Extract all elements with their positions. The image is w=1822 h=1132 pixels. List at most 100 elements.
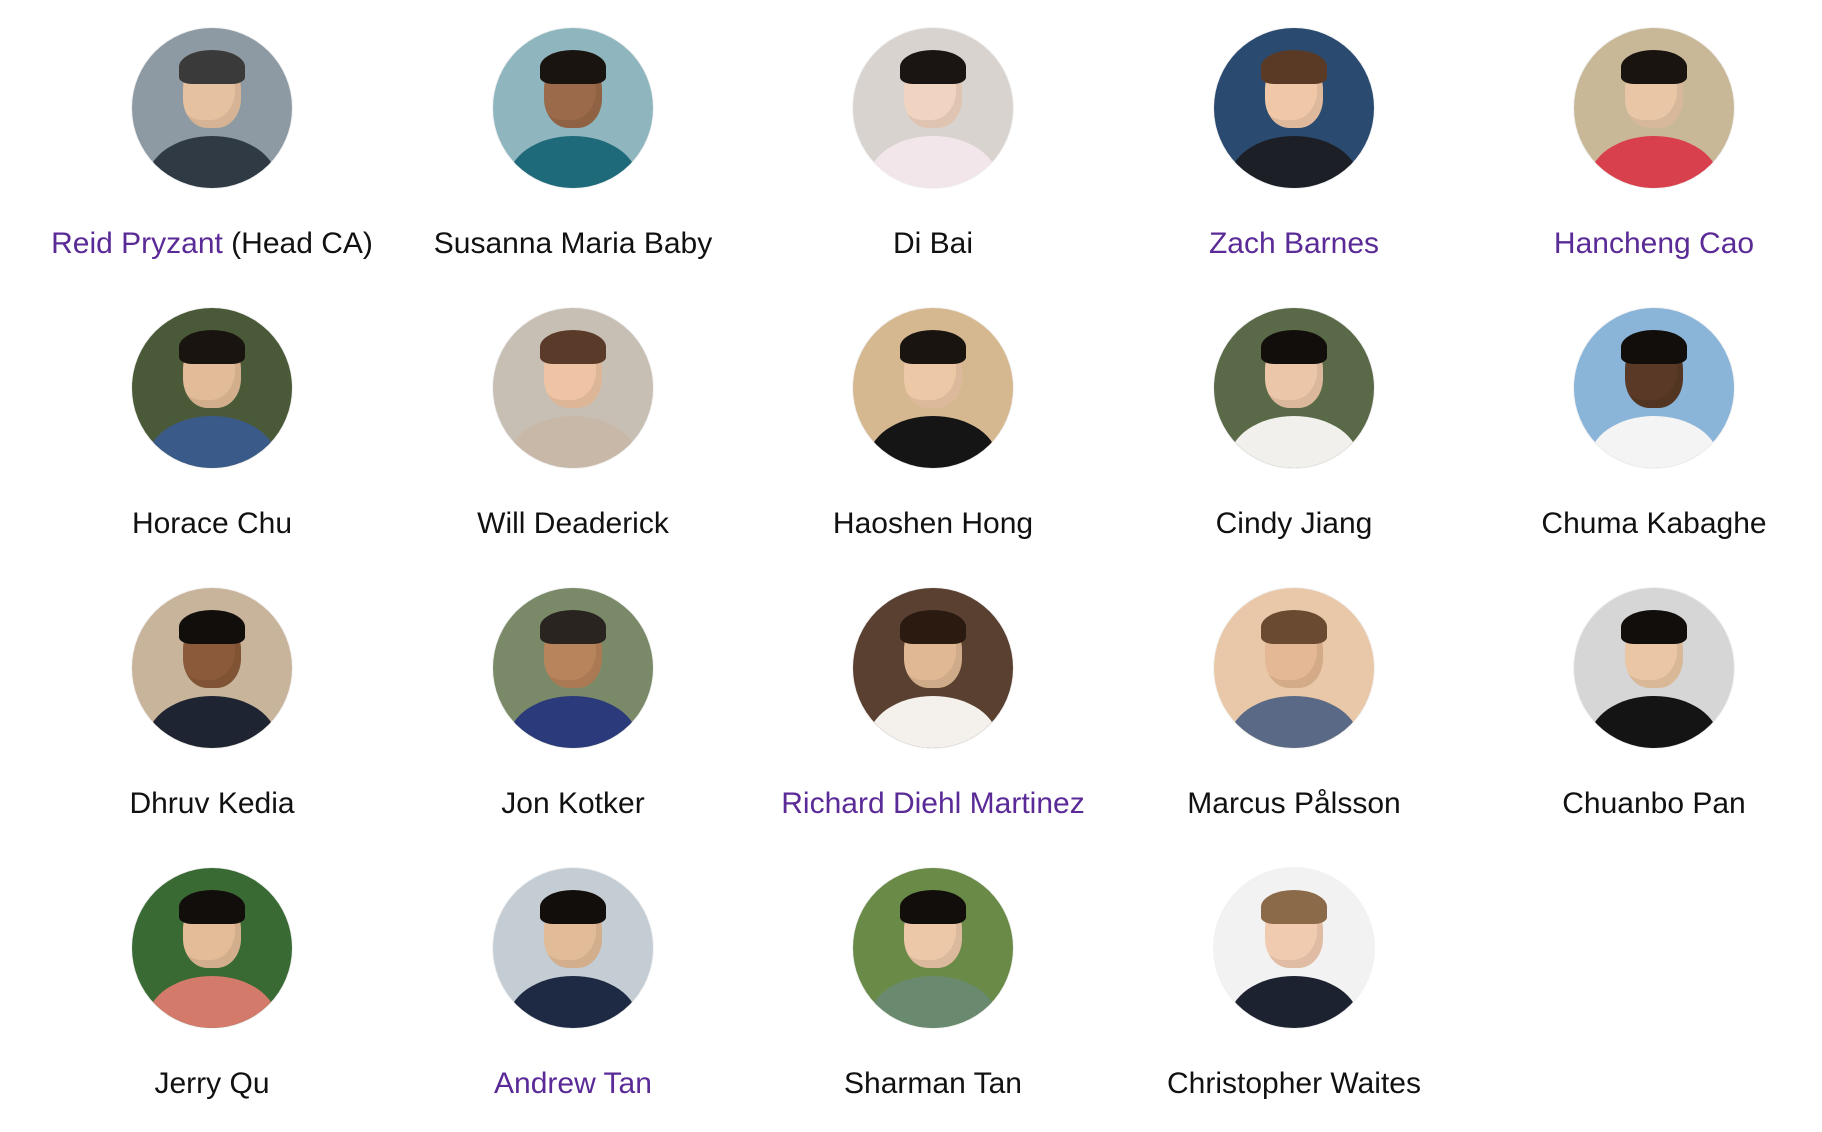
team-member-cindy-jiang: Cindy Jiang — [1114, 308, 1474, 542]
member-name-link[interactable]: Hancheng Cao — [1554, 227, 1754, 260]
team-member-richard-diehl-martinez: Richard Diehl Martinez — [753, 588, 1113, 822]
photo-hair-shape — [900, 330, 966, 364]
team-member-hancheng-cao: Hancheng Cao — [1474, 28, 1822, 262]
photo-hair-shape — [900, 50, 966, 84]
photo-hair-shape — [179, 610, 245, 644]
member-name: Christopher Waites — [1167, 1067, 1421, 1100]
team-member-reid-pryzant: Reid Pryzant (Head CA) — [32, 28, 392, 262]
member-name-line: Chuanbo Pan — [1474, 786, 1822, 822]
member-name: Jon Kotker — [501, 787, 645, 820]
photo-hair-shape — [1261, 330, 1327, 364]
team-member-haoshen-hong: Haoshen Hong — [753, 308, 1113, 542]
team-member-zach-barnes: Zach Barnes — [1114, 28, 1474, 262]
profile-photo — [853, 308, 1013, 468]
team-member-chuanbo-pan: Chuanbo Pan — [1474, 588, 1822, 822]
photo-hair-shape — [179, 50, 245, 84]
team-member-horace-chu: Horace Chu — [32, 308, 392, 542]
photo-hair-shape — [179, 330, 245, 364]
photo-body-shape — [1229, 416, 1359, 468]
photo-body-shape — [147, 136, 277, 188]
team-member-di-bai: Di Bai — [753, 28, 1113, 262]
team-member-chuma-kabaghe: Chuma Kabaghe — [1474, 308, 1822, 542]
member-name-line: Haoshen Hong — [753, 506, 1113, 542]
profile-photo — [1214, 588, 1374, 748]
photo-body-shape — [1589, 416, 1719, 468]
member-name-link[interactable]: Reid Pryzant — [51, 227, 223, 260]
member-name-line: Richard Diehl Martinez — [753, 786, 1113, 822]
photo-hair-shape — [1261, 610, 1327, 644]
photo-body-shape — [147, 976, 277, 1028]
photo-hair-shape — [540, 330, 606, 364]
profile-photo — [132, 868, 292, 1028]
team-member-will-deaderick: Will Deaderick — [393, 308, 753, 542]
member-name-line: Cindy Jiang — [1114, 506, 1474, 542]
photo-body-shape — [1229, 136, 1359, 188]
member-name-line: Will Deaderick — [393, 506, 753, 542]
profile-photo — [1214, 28, 1374, 188]
member-name: Haoshen Hong — [832, 507, 1034, 540]
profile-photo — [1574, 28, 1734, 188]
photo-hair-shape — [179, 890, 245, 924]
member-name-line: Horace Chu — [32, 506, 392, 542]
team-member-jerry-qu: Jerry Qu — [32, 868, 392, 1102]
team-member-sharman-tan: Sharman Tan — [753, 868, 1113, 1102]
team-member-christopher-waites: Christopher Waites — [1114, 868, 1474, 1102]
member-name: Dhruv Kedia — [129, 787, 295, 820]
team-member-marcus-palsson: Marcus Pålsson — [1114, 588, 1474, 822]
member-name-line: Reid Pryzant (Head CA) — [32, 226, 392, 262]
member-name: Marcus Pålsson — [1187, 787, 1401, 820]
member-name: Susanna Maria Baby — [433, 227, 713, 260]
member-name: Sharman Tan — [844, 1067, 1022, 1100]
photo-body-shape — [1229, 696, 1359, 748]
profile-photo — [132, 28, 292, 188]
photo-hair-shape — [900, 890, 966, 924]
member-name: Cindy Jiang — [1215, 507, 1373, 540]
member-name: Horace Chu — [131, 507, 293, 540]
photo-body-shape — [147, 696, 277, 748]
photo-body-shape — [868, 136, 998, 188]
profile-photo — [493, 308, 653, 468]
member-name-line: Jon Kotker — [393, 786, 753, 822]
member-name: Will Deaderick — [477, 507, 669, 540]
member-name-line: Zach Barnes — [1114, 226, 1474, 262]
profile-photo — [1574, 308, 1734, 468]
member-name: Jerry Qu — [154, 1067, 270, 1100]
photo-body-shape — [508, 696, 638, 748]
profile-photo — [493, 588, 653, 748]
photo-hair-shape — [1621, 330, 1687, 364]
member-name: Di Bai — [892, 227, 974, 260]
photo-body-shape — [508, 136, 638, 188]
photo-body-shape — [508, 416, 638, 468]
profile-photo — [1214, 868, 1374, 1028]
member-role: (Head CA) — [222, 227, 373, 260]
photo-hair-shape — [1621, 50, 1687, 84]
member-name-line: Andrew Tan — [393, 1066, 753, 1102]
member-name: Chuanbo Pan — [1562, 787, 1746, 820]
member-name-line: Dhruv Kedia — [32, 786, 392, 822]
photo-hair-shape — [540, 50, 606, 84]
photo-body-shape — [868, 696, 998, 748]
profile-photo — [853, 28, 1013, 188]
photo-hair-shape — [540, 890, 606, 924]
photo-body-shape — [508, 976, 638, 1028]
profile-photo — [1214, 308, 1374, 468]
member-name-link[interactable]: Richard Diehl Martinez — [781, 787, 1084, 820]
profile-photo — [132, 308, 292, 468]
photo-body-shape — [1589, 136, 1719, 188]
member-name-line: Christopher Waites — [1114, 1066, 1474, 1102]
team-member-jon-kotker: Jon Kotker — [393, 588, 753, 822]
photo-body-shape — [1589, 696, 1719, 748]
team-grid: Reid Pryzant (Head CA) Susanna Maria Baby… — [0, 0, 1822, 1132]
photo-hair-shape — [1621, 610, 1687, 644]
team-member-dhruv-kedia: Dhruv Kedia — [32, 588, 392, 822]
member-name-link[interactable]: Andrew Tan — [494, 1067, 652, 1100]
profile-photo — [853, 588, 1013, 748]
member-name-link[interactable]: Zach Barnes — [1209, 227, 1379, 260]
member-name-line: Sharman Tan — [753, 1066, 1113, 1102]
profile-photo — [132, 588, 292, 748]
member-name: Chuma Kabaghe — [1541, 507, 1767, 540]
member-name-line: Chuma Kabaghe — [1474, 506, 1822, 542]
photo-body-shape — [1229, 976, 1359, 1028]
profile-photo — [1574, 588, 1734, 748]
photo-hair-shape — [1261, 890, 1327, 924]
